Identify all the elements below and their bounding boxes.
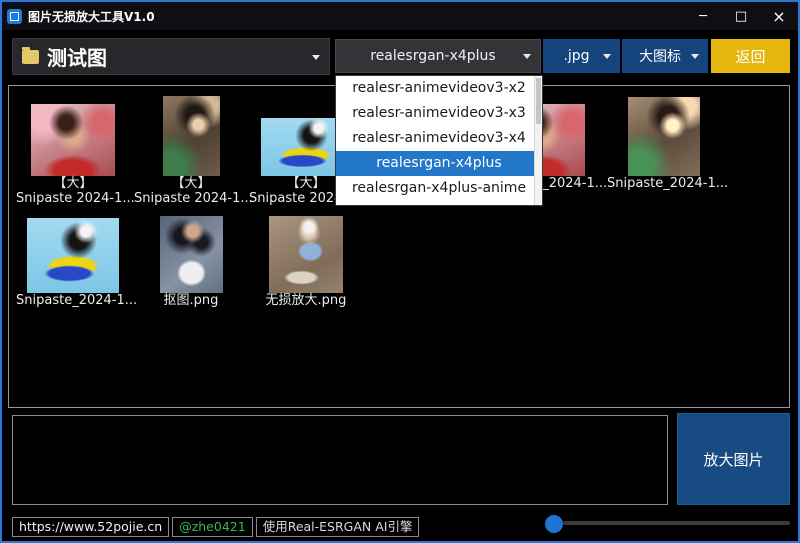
file-item[interactable]: 【大】 Snipaste 2024-1...	[16, 94, 130, 206]
thumbnail-image	[27, 218, 119, 293]
window-controls: ─ □ ×	[684, 2, 798, 30]
app-window: 图片无损放大工具V1.0 ─ □ × 测试图 realesrgan-x4plus…	[0, 0, 800, 543]
thumbnail-image	[31, 104, 115, 176]
file-item-tag: 【大】	[134, 176, 248, 191]
minimize-icon: ─	[699, 9, 707, 24]
chevron-down-icon	[603, 54, 611, 59]
statusbar-credit[interactable]: @zhe0421	[172, 517, 253, 537]
thumbnail-image	[269, 216, 343, 293]
statusbar-engine-note: 使用Real-ESRGAN AI引擎	[256, 517, 420, 537]
maximize-icon: □	[735, 9, 747, 24]
statusbar-url[interactable]: https://www.52pojie.cn	[12, 517, 169, 537]
folder-select[interactable]: 测试图	[12, 38, 330, 75]
file-item-name: Snipaste_2024-1...	[607, 176, 721, 191]
file-item[interactable]: 无损放大.png	[249, 212, 363, 308]
dropdown-item-selected[interactable]: realesrgan-x4plus	[336, 151, 542, 176]
thumbnail-image	[628, 97, 700, 176]
format-select[interactable]: .jpg	[543, 39, 620, 73]
model-dropdown-list: realesr-animevideov3-x2 realesr-animevid…	[335, 75, 543, 206]
app-logo-icon	[7, 9, 22, 24]
folder-select-value: 测试图	[47, 42, 107, 71]
file-item-name: 无损放大.png	[249, 293, 363, 308]
file-item[interactable]: Snipaste_2024-1...	[607, 94, 721, 191]
zoom-slider-track[interactable]	[563, 521, 790, 525]
scrollbar-thumb[interactable]	[536, 78, 541, 124]
file-item-name: Snipaste 2024-1...	[16, 191, 130, 206]
dropdown-item[interactable]: realesr-animevideov3-x2	[336, 76, 542, 101]
maximize-button[interactable]: □	[722, 2, 760, 30]
file-item[interactable]: 【大】 Snipaste 2024-1...	[134, 94, 248, 206]
view-mode-value: 大图标	[639, 46, 691, 66]
close-button[interactable]: ×	[760, 2, 798, 30]
dropdown-item[interactable]: realesr-animevideov3-x3	[336, 101, 542, 126]
model-select[interactable]: realesrgan-x4plus	[335, 39, 541, 73]
thumbnail-image	[160, 216, 223, 293]
thumbnail-image	[163, 96, 220, 176]
format-select-value: .jpg	[563, 48, 599, 64]
log-textarea[interactable]	[12, 415, 668, 505]
zoom-slider-thumb[interactable]	[545, 515, 563, 533]
file-item-tag: 【大】	[16, 176, 130, 191]
enlarge-image-button[interactable]: 放大图片	[677, 413, 790, 505]
file-item-name: 抠图.png	[134, 293, 248, 308]
folder-icon	[22, 50, 39, 64]
file-item-name: Snipaste 2024-1...	[134, 191, 248, 206]
titlebar: 图片无损放大工具V1.0 ─ □ ×	[2, 2, 798, 30]
view-mode-select[interactable]: 大图标	[622, 39, 708, 73]
dropdown-scrollbar[interactable]	[534, 76, 542, 205]
file-item[interactable]: 抠图.png	[134, 212, 248, 308]
statusbar: https://www.52pojie.cn @zhe0421 使用Real-E…	[12, 517, 419, 537]
chevron-down-icon	[312, 55, 320, 60]
back-button[interactable]: 返回	[711, 39, 790, 73]
file-item-name: Snipaste_2024-1...	[16, 293, 130, 308]
chevron-down-icon	[523, 54, 531, 59]
chevron-down-icon	[691, 54, 699, 59]
minimize-button[interactable]: ─	[684, 2, 722, 30]
enlarge-image-label: 放大图片	[703, 449, 763, 470]
dropdown-item[interactable]: realesrgan-x4plus-anime	[336, 176, 542, 201]
dropdown-item[interactable]: realesr-animevideov3-x4	[336, 126, 542, 151]
file-item[interactable]: Snipaste_2024-1...	[16, 212, 130, 308]
close-icon: ×	[772, 7, 785, 26]
back-button-label: 返回	[735, 46, 765, 67]
model-select-value: realesrgan-x4plus	[370, 48, 505, 64]
app-title: 图片无损放大工具V1.0	[28, 8, 155, 25]
